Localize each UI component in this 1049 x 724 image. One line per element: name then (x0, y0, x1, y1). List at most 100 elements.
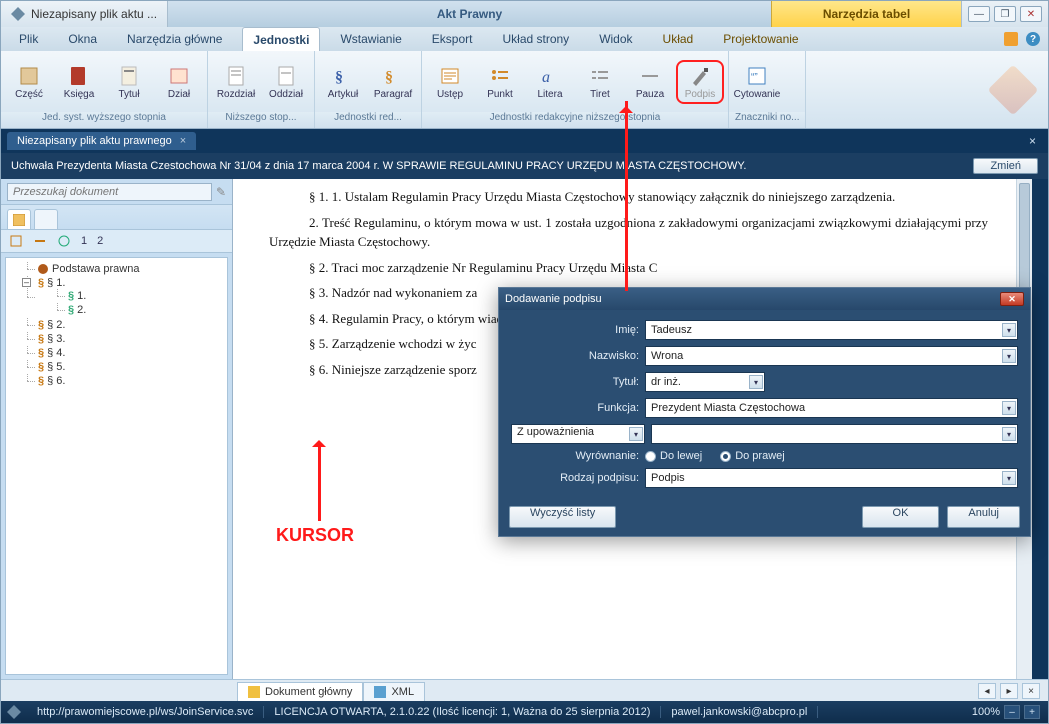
document-tab[interactable]: Niezapisany plik aktu prawnego × (7, 132, 196, 150)
field-extra[interactable]: ▾ (651, 424, 1018, 444)
help-icon[interactable]: ? (1026, 32, 1040, 46)
annotation-arrow-podpis (625, 101, 628, 291)
label-tytul: Tytuł: (511, 376, 639, 388)
ribbon-group-znaczniki: “”Cytowanie Znaczniki no... (729, 51, 806, 128)
tree-sec3[interactable]: §§ 3. (24, 332, 225, 346)
radio-do-prawej[interactable]: Do prawej (720, 450, 785, 462)
search-input[interactable] (7, 183, 212, 201)
zoom-out-button[interactable]: – (1004, 705, 1020, 719)
footer-tab-xml[interactable]: XML (363, 682, 425, 701)
minimize-button[interactable]: — (968, 6, 990, 22)
input-imie[interactable] (645, 320, 1018, 340)
radio-icon (720, 451, 731, 462)
dropdown-icon[interactable]: ▾ (1002, 323, 1016, 337)
dialog-title-bar[interactable]: Dodawanie podpisu ✕ (499, 288, 1030, 310)
change-button[interactable]: Zmień (973, 158, 1038, 174)
refresh-icon[interactable] (57, 234, 71, 248)
zoom-in-button[interactable]: + (1024, 705, 1040, 719)
page-1[interactable]: 1 (81, 235, 87, 247)
dropdown-icon[interactable]: ▾ (1002, 349, 1016, 363)
ok-button[interactable]: OK (862, 506, 940, 528)
input-tytul[interactable] (645, 372, 765, 392)
outline-tab-2[interactable] (34, 209, 58, 229)
ribbon-rozdzial[interactable]: Rozdział (212, 61, 260, 103)
title-left-tab: Niezapisany plik aktu ... (1, 1, 168, 27)
svg-text:§: § (385, 69, 393, 86)
dropdown-icon[interactable]: ▾ (629, 427, 643, 441)
page-2[interactable]: 2 (97, 235, 103, 247)
scrollbar-thumb[interactable] (1019, 183, 1030, 303)
tree-sec1-1[interactable]: §1. (54, 289, 225, 303)
outline-tree[interactable]: Podstawa prawna –§§ 1. §1. §2. §§ 2. §§ … (5, 257, 228, 675)
ribbon-paragraf[interactable]: §Paragraf (369, 61, 417, 103)
field-upowaznienie[interactable]: Z upoważnienia ▾ (511, 424, 645, 444)
folder-icon[interactable] (1004, 32, 1018, 46)
collapse-icon[interactable]: – (22, 278, 31, 287)
dropdown-icon[interactable]: ▾ (749, 375, 763, 389)
tab-uklad[interactable]: Układ (653, 27, 704, 51)
footer-nav-prev[interactable]: ◂ (978, 683, 996, 699)
clear-lists-button[interactable]: Wyczyść listy (509, 506, 616, 528)
ribbon-artykul[interactable]: §Artykuł (319, 61, 367, 103)
field-nazwisko[interactable]: ▾ (645, 346, 1018, 366)
tree-sec4[interactable]: §§ 4. (24, 346, 225, 360)
document-tab-close-icon[interactable]: × (180, 135, 186, 147)
radio-do-lewej[interactable]: Do lewej (645, 450, 702, 462)
field-funkcja[interactable]: ▾ (645, 398, 1018, 418)
title-bar: Niezapisany plik aktu ... Akt Prawny Nar… (1, 1, 1048, 27)
close-button[interactable]: ✕ (1020, 6, 1042, 22)
collapse-all-icon[interactable] (33, 234, 47, 248)
eraser-icon[interactable]: ✎ (216, 185, 226, 199)
tab-okna[interactable]: Okna (58, 27, 107, 51)
ribbon-dzial[interactable]: Dział (155, 61, 203, 103)
field-rodzaj[interactable]: ▾ (645, 468, 1018, 488)
tab-projektowanie[interactable]: Projektowanie (713, 27, 808, 51)
ribbon-oddzial[interactable]: Oddział (262, 61, 310, 103)
footer-tab-dokument[interactable]: Dokument główny (237, 682, 363, 701)
ribbon-cytowanie[interactable]: “”Cytowanie (733, 61, 781, 103)
input-extra[interactable] (651, 424, 1018, 444)
tab-eksport[interactable]: Eksport (422, 27, 483, 51)
tab-widok[interactable]: Widok (589, 27, 642, 51)
footer-nav-next[interactable]: ▸ (1000, 683, 1018, 699)
expand-all-icon[interactable] (9, 234, 23, 248)
field-imie[interactable]: ▾ (645, 320, 1018, 340)
ribbon-ustep[interactable]: Ustęp (426, 61, 474, 103)
dialog-close-button[interactable]: ✕ (1000, 292, 1024, 306)
ribbon-podpis[interactable]: Podpis (676, 60, 724, 104)
ribbon-czesc[interactable]: Część (5, 61, 53, 103)
select-upowaznienie[interactable]: Z upoważnienia (511, 424, 645, 444)
dropdown-icon[interactable]: ▾ (1002, 427, 1016, 441)
tab-strip-close-icon[interactable]: × (1023, 134, 1042, 148)
outline-tab-1[interactable] (7, 209, 31, 229)
tab-plik[interactable]: Plik (9, 27, 48, 51)
dropdown-icon[interactable]: ▾ (1002, 401, 1016, 415)
input-funkcja[interactable] (645, 398, 1018, 418)
tree-root[interactable]: Podstawa prawna (24, 262, 225, 276)
left-pane: ✎ 1 2 Podstawa prawna –§§ 1. §1. (1, 179, 233, 679)
restore-button[interactable]: ❐ (994, 6, 1016, 22)
tab-narzedzia-glowne[interactable]: Narzędzia główne (117, 27, 232, 51)
ribbon-ksiega[interactable]: Księga (55, 61, 103, 103)
ribbon-pauza[interactable]: Pauza (626, 61, 674, 103)
footer-nav-close[interactable]: × (1022, 683, 1040, 699)
field-tytul[interactable]: ▾ (645, 372, 765, 392)
tree-sec1-2[interactable]: §2. (54, 303, 225, 317)
ribbon-litera[interactable]: aLitera (526, 61, 574, 103)
cancel-button[interactable]: Anuluj (947, 506, 1020, 528)
tab-wstawianie[interactable]: Wstawianie (330, 27, 411, 51)
ribbon-punkt[interactable]: Punkt (476, 61, 524, 103)
tree-sec1[interactable]: –§§ 1. §1. §2. (24, 276, 225, 318)
input-rodzaj[interactable] (645, 468, 1018, 488)
ribbon-group-red: §Artykuł §Paragraf Jednostki red... (315, 51, 422, 128)
ribbon-tytul[interactable]: Tytuł (105, 61, 153, 103)
tree-sec2[interactable]: §§ 2. (24, 318, 225, 332)
tree-sec6[interactable]: §§ 6. (24, 374, 225, 388)
label-rodzaj: Rodzaj podpisu: (511, 472, 639, 484)
tab-jednostki[interactable]: Jednostki (242, 27, 320, 51)
input-nazwisko[interactable] (645, 346, 1018, 366)
tree-sec5[interactable]: §§ 5. (24, 360, 225, 374)
tab-uklad-strony[interactable]: Układ strony (492, 27, 579, 51)
ribbon-tiret[interactable]: Tiret (576, 61, 624, 103)
dropdown-icon[interactable]: ▾ (1002, 471, 1016, 485)
